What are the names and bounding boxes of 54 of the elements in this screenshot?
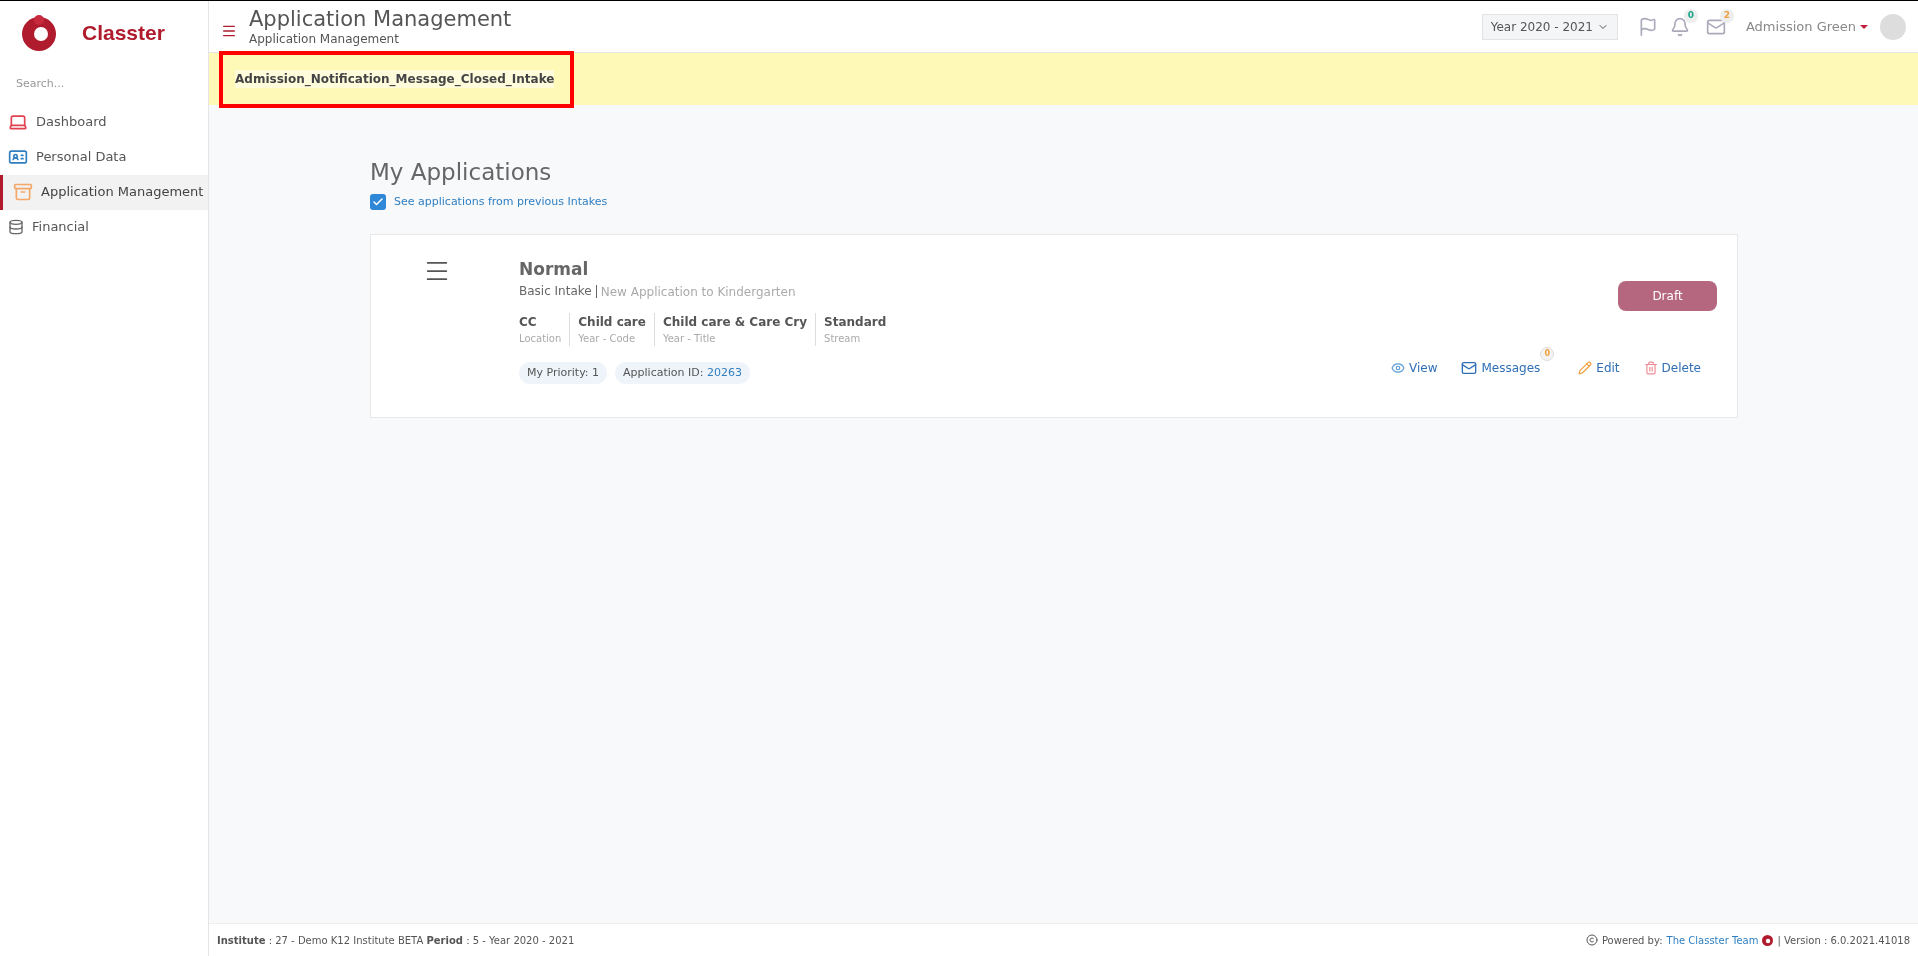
powered-by: Powered by: (1601, 933, 1663, 948)
search-field[interactable]: Search... (16, 76, 192, 93)
action-link[interactable]: Edit (1578, 359, 1620, 377)
field-value: Standard (824, 313, 887, 331)
bell-icon[interactable] (1669, 16, 1690, 37)
trash-icon (1643, 361, 1658, 375)
application-title: Normal (519, 258, 590, 281)
message-count: 2 (1719, 8, 1734, 23)
check-icon (372, 195, 384, 208)
version-info: | Version : 6.0.2021.41018 (1777, 933, 1910, 948)
team-link[interactable]: The Classter Team (1666, 932, 1759, 948)
drawer-icon (13, 182, 33, 202)
intake-name: Basic Intake (519, 285, 597, 298)
logo-icon (1762, 934, 1774, 946)
pencil-icon (1578, 361, 1593, 375)
priority-tag: My Priority: 1 (519, 361, 608, 384)
avatar (1880, 13, 1906, 40)
user-menu[interactable]: Admission Green (1745, 16, 1868, 37)
action-link[interactable]: Messages (1461, 359, 1541, 377)
brand-name: Classter (82, 19, 165, 46)
field-value: CC (519, 313, 538, 331)
year-dropdown[interactable]: Year 2020 - 2021 (1481, 13, 1618, 40)
id-card-icon (8, 147, 28, 167)
status-badge: Draft (1618, 281, 1717, 311)
action-link[interactable]: View (1390, 359, 1438, 377)
field-label: Location (519, 331, 562, 346)
checkbox-label[interactable]: See applications from previous Intakes (394, 193, 608, 210)
sidebar-item[interactable]: Financial (0, 209, 208, 245)
coins-icon (8, 219, 24, 235)
notice-message: Admission_Notification_Message_Closed_Intake (235, 70, 555, 88)
field-value: Child care (578, 313, 646, 331)
field-label: Year - Title (662, 331, 717, 346)
page-title: Application Management (249, 5, 512, 33)
checkbox[interactable] (370, 193, 386, 210)
application-id-tag: Application ID: 20263 (615, 361, 750, 384)
field-value: Child care & Care Cry (662, 313, 808, 331)
field-label: Stream (824, 331, 862, 346)
field-label: Year - Code (578, 331, 637, 346)
notification-count: 0 (1683, 8, 1698, 23)
logo-icon (20, 12, 58, 53)
caret-icon (1860, 24, 1868, 29)
section-title: My Applications (370, 158, 553, 187)
sidebar-item[interactable]: Personal Data (0, 139, 208, 175)
breadcrumb: Application Management (249, 32, 400, 48)
copyright-icon (1585, 934, 1598, 946)
institute-info: Institute : 27 - Demo K12 Institute BETA Period : 5 - Year 2020 - 2021 (217, 933, 575, 948)
action-link[interactable]: Delete (1643, 359, 1701, 377)
application-description: New Application to Kindergarten (600, 283, 796, 301)
laptop-icon (8, 112, 28, 132)
message-count: 0 (1540, 347, 1555, 361)
sidebar-item[interactable]: Dashboard (0, 104, 208, 140)
eye-icon (1390, 361, 1405, 375)
envelope-icon (1461, 360, 1478, 376)
sidebar-item[interactable]: Application Management (0, 174, 208, 210)
